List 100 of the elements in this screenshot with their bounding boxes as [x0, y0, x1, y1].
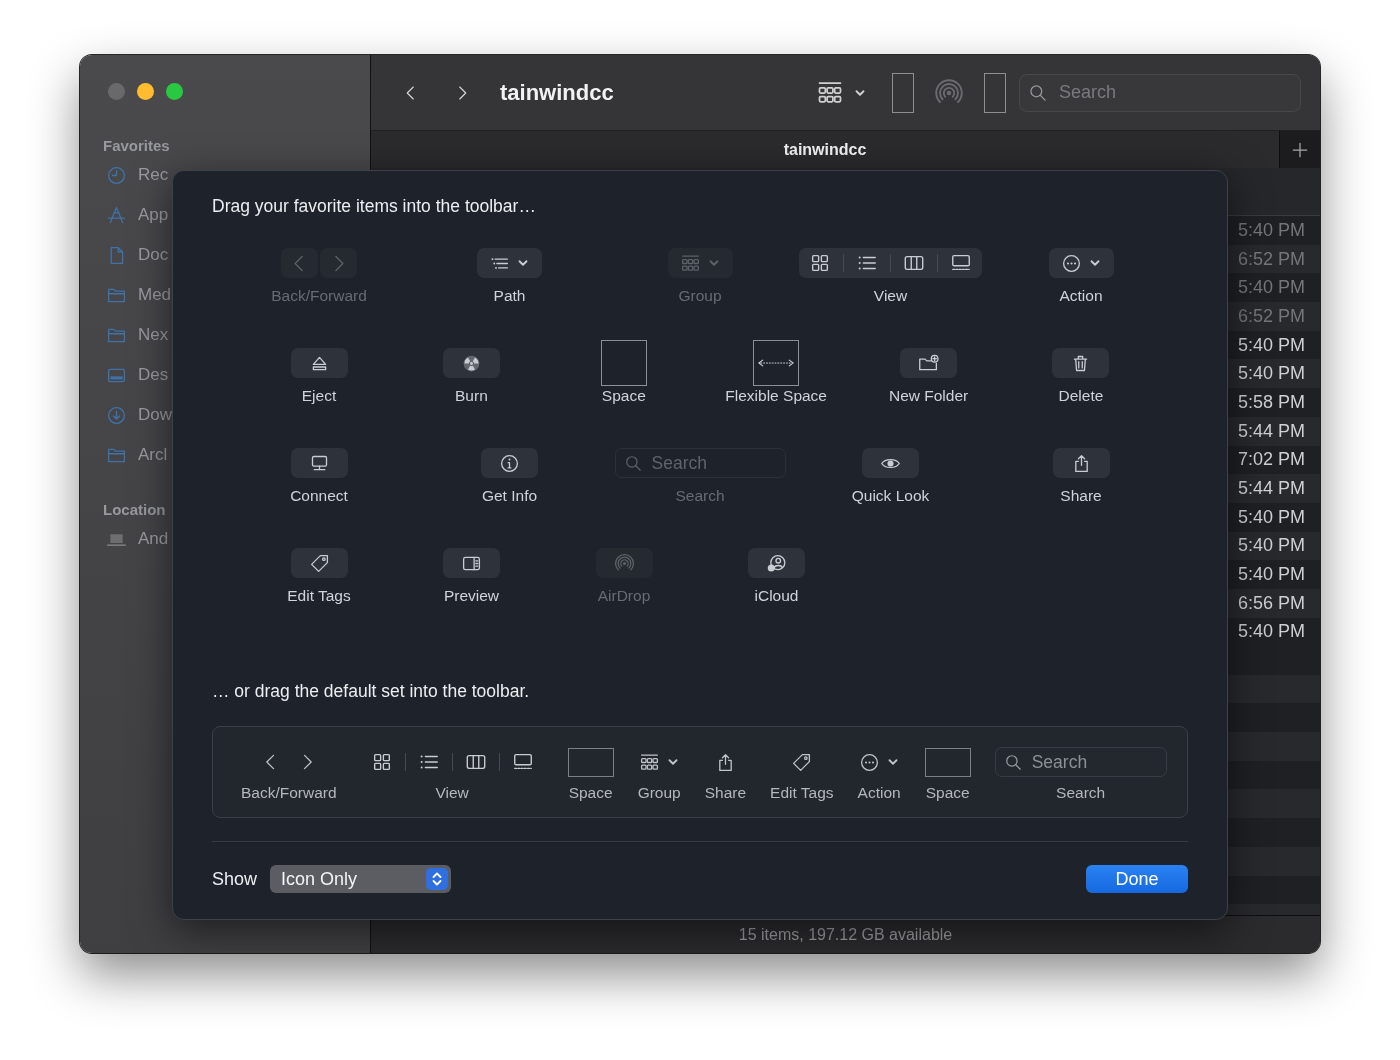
modified-time: 6:56 PM	[1237, 592, 1305, 614]
default-set-panel[interactable]: Back/Forward View Space Group Share Edit Tags Action Space Search Search	[212, 726, 1188, 818]
item-label: Space	[925, 783, 970, 803]
sheet-instruction: … or drag the default set into the toolbar.	[212, 680, 531, 702]
sidebar-item[interactable]: App	[138, 205, 169, 225]
status-text: 15 items, 197.12 GB available	[738, 925, 953, 944]
sidebar-item[interactable]: Des	[138, 365, 169, 385]
modified-time: 6:52 PM	[1237, 248, 1305, 270]
item-label: Get Info	[481, 486, 538, 506]
item-label: Back/Forward	[241, 783, 337, 803]
toolbar-button[interactable]	[862, 448, 919, 478]
toolbar-button[interactable]	[1048, 248, 1114, 278]
window-control-button[interactable]	[137, 83, 154, 100]
toolbar-button[interactable]	[900, 348, 958, 378]
item-label: New Folder	[888, 386, 969, 406]
new-tab-button[interactable]	[1279, 131, 1320, 168]
item-label: Search	[1056, 783, 1106, 803]
tab-title[interactable]: tainwindcc	[783, 140, 867, 159]
modified-time: 5:40 PM	[1237, 506, 1305, 528]
item-label: Action	[1059, 286, 1103, 306]
show-popup[interactable]: Icon Only	[270, 865, 452, 893]
modified-time: 5:40 PM	[1237, 334, 1305, 356]
toolbar-button[interactable]	[442, 348, 500, 378]
show-label: Show	[212, 868, 258, 890]
item-label: Back/Forward	[271, 286, 367, 306]
modified-time: 5:40 PM	[1237, 363, 1305, 385]
flexible-space-placeholder[interactable]	[753, 340, 800, 386]
item-label: Path	[493, 286, 526, 306]
double-arrow-icon	[757, 358, 796, 368]
item-label: Delete	[1058, 386, 1104, 406]
modified-time: 6:52 PM	[1237, 305, 1305, 327]
modified-time: 5:40 PM	[1237, 277, 1305, 299]
person-plus-icon	[766, 552, 787, 574]
apps-icon	[106, 204, 127, 226]
window-title: tainwindcc	[500, 79, 614, 106]
item-label: Search	[675, 486, 725, 506]
ellipsis-icon	[1060, 252, 1082, 274]
item-label: Group	[678, 286, 722, 306]
item-label: Space	[568, 783, 613, 803]
item-label: View	[435, 783, 469, 803]
item-label: Edit Tags	[287, 586, 351, 606]
modified-time: 5:44 PM	[1237, 478, 1305, 500]
item-label: Share	[1060, 486, 1102, 506]
stepper-icon	[426, 868, 449, 890]
item-label: AirDrop	[597, 586, 651, 606]
space-placeholder	[892, 72, 914, 113]
group-icon	[679, 252, 701, 274]
toolbar-button[interactable]	[1052, 448, 1110, 478]
toolbar-button[interactable]	[290, 448, 348, 478]
space-placeholder[interactable]	[600, 340, 647, 386]
grid-icon	[809, 252, 831, 274]
modified-time: 5:40 PM	[1237, 219, 1305, 241]
sidebar-item[interactable]: Doc	[138, 245, 169, 265]
sidebar-section-title: Location	[103, 501, 167, 519]
space-placeholder[interactable]	[567, 747, 614, 777]
item-label: Space	[601, 386, 646, 406]
sheet-instruction: Drag your favorite items into the toolbar…	[212, 195, 537, 217]
toolbar-button[interactable]	[481, 448, 538, 478]
modified-time: 5:44 PM	[1237, 420, 1305, 442]
done-button[interactable]: Done	[1086, 865, 1188, 893]
download-icon	[106, 404, 127, 426]
item-label: Connect	[290, 486, 348, 506]
item-label: Eject	[301, 386, 337, 406]
group-icon	[638, 751, 660, 773]
item-label: Action	[857, 783, 901, 803]
space-placeholder[interactable]	[924, 747, 971, 777]
ellipsis-icon	[858, 751, 880, 773]
item-label: Group	[637, 783, 681, 803]
tag-icon	[791, 751, 813, 773]
search-field[interactable]: Search	[994, 747, 1167, 777]
tag-icon	[308, 552, 330, 574]
toolbar-button[interactable]	[748, 548, 805, 578]
modified-time: 5:40 PM	[1237, 564, 1305, 586]
sidebar-item[interactable]: Arcl	[138, 445, 168, 465]
item-label: Burn	[455, 386, 488, 406]
modified-time: 7:02 PM	[1237, 449, 1305, 471]
sidebar-item[interactable]: Rec	[138, 165, 169, 185]
window-control-button[interactable]	[166, 83, 183, 100]
modified-time: 5:40 PM	[1237, 621, 1305, 643]
clock-icon	[106, 164, 127, 186]
modified-time: 5:40 PM	[1237, 535, 1305, 557]
sidebar-section-title: Favorites	[103, 137, 171, 155]
item-label: Flexible Space	[725, 386, 827, 406]
info-icon	[499, 452, 520, 474]
item-label: Quick Look	[851, 486, 930, 506]
toolbar-button[interactable]	[290, 548, 348, 578]
sidebar-item[interactable]: Dow	[138, 405, 172, 425]
sidebar-item[interactable]: Nex	[138, 325, 169, 345]
toolbar-button[interactable]	[443, 548, 500, 578]
toolbar-button[interactable]	[1052, 348, 1110, 378]
toolbar-button[interactable]	[477, 248, 542, 278]
sidebar-item[interactable]: And	[138, 529, 169, 549]
item-label: Edit Tags	[770, 783, 834, 803]
sidebar-item[interactable]: Med	[138, 285, 172, 305]
item-label: Share	[704, 783, 747, 803]
search-field[interactable]: Search	[1019, 73, 1301, 112]
view-control[interactable]	[799, 248, 982, 278]
item-label: iCloud	[754, 586, 799, 606]
toolbar-button[interactable]	[290, 348, 348, 378]
space-placeholder	[984, 72, 1006, 113]
